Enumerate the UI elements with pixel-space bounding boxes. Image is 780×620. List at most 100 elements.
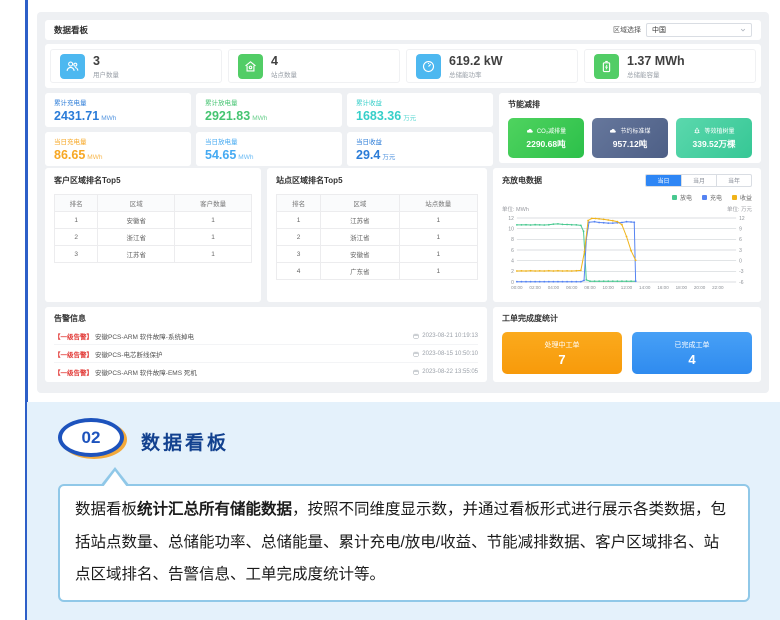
region-label: 区域选择 [613, 25, 641, 35]
home-icon [238, 54, 263, 79]
battery-icon [594, 54, 619, 79]
svg-text:6: 6 [739, 237, 742, 243]
alarm-time: 2023-08-22 13:55:05 [422, 369, 478, 375]
svg-text:3: 3 [739, 248, 742, 254]
right-axis-unit: 单位: 万元 [727, 205, 752, 213]
stat-label: 用户数量 [93, 69, 119, 79]
description-text: 数据看板统计汇总所有储能数据，按照不同维度显示数，并通过看板形式进行展示各类数据… [75, 501, 726, 583]
svg-text:20:00: 20:00 [694, 285, 706, 290]
tree-icon [693, 127, 701, 135]
site-ranking-title: 站点区域排名Top5 [276, 175, 478, 186]
dashboard-panel: 数据看板 区域选择 中国 3 用户数量 4 站点数量 [37, 12, 769, 393]
workorder-title: 工单完成度统计 [502, 313, 752, 324]
alarm-card: 告警信息 【一级告警】安徽PCS-ARM 软件故障-系统掉电 2023-08-2… [45, 307, 487, 382]
alarm-item[interactable]: 【一级告警】安徽PCS-ARM 软件故障-系统掉电 2023-08-21 10:… [54, 327, 478, 345]
metric-total-revenue: 累计收益 1683.36万元 [347, 93, 493, 127]
site-ranking-table: 排名 区域 站点数量 1江苏省1 2浙江省1 3安徽省1 4广东省1 [276, 194, 478, 280]
region-selector: 区域选择 中国 [613, 23, 752, 37]
chart-period-tabs: 当日 当月 当年 [645, 174, 752, 187]
middle-row: 客户区域排名Top5 排名 区域 客户数量 1安徽省1 2浙江省1 3江苏省1 … [45, 168, 761, 302]
svg-text:00:00: 00:00 [511, 285, 523, 290]
stat-card-sites: 4 站点数量 [228, 49, 400, 83]
svg-text:06:00: 06:00 [566, 285, 578, 290]
emission-chip-coal: 节约标准煤 957.12吨 [592, 118, 668, 158]
stat-value: 1.37 MWh [627, 54, 685, 69]
metric-day-charge: 当日充电量 86.65MWh [45, 132, 191, 166]
table-row: 4广东省1 [277, 263, 478, 280]
table-header-row: 排名 区域 站点数量 [277, 195, 478, 212]
alarm-item[interactable]: 【一级告警】安徽PCS-电芯断线保护 2023-08-15 10:50:10 [54, 345, 478, 363]
tab-day[interactable]: 当日 [646, 175, 681, 186]
svg-text:18:00: 18:00 [676, 285, 688, 290]
stat-label: 总储能功率 [449, 69, 503, 79]
metric-day-revenue: 当日收益 29.4万元 [347, 132, 493, 166]
metric-total-discharge: 累计放电量 2921.83MWh [196, 93, 342, 127]
table-row: 2浙江省1 [277, 229, 478, 246]
calendar-icon [413, 369, 419, 375]
stat-value: 4 [271, 54, 297, 69]
customer-ranking-title: 客户区域排名Top5 [54, 175, 252, 186]
alarm-text: 安徽PCS-ARM 软件故障-EMS 死机 [95, 367, 197, 377]
legend-swatch-discharge [672, 195, 677, 200]
left-axis-unit: 单位: MWh [502, 205, 529, 213]
calendar-icon [413, 351, 419, 357]
chart-legend: 放电 充电 收益 [502, 193, 752, 202]
region-select[interactable]: 中国 [646, 23, 752, 37]
svg-text:22:00: 22:00 [712, 285, 724, 290]
alarm-text: 安徽PCS-ARM 软件故障-系统掉电 [95, 331, 194, 341]
svg-text:14:00: 14:00 [639, 285, 651, 290]
svg-text:04:00: 04:00 [548, 285, 560, 290]
chevron-down-icon [740, 27, 746, 33]
description-bubble: 数据看板统计汇总所有储能数据，按照不同维度显示数，并通过看板形式进行展示各类数据… [58, 484, 750, 602]
dashboard-title: 数据看板 [54, 24, 88, 36]
table-row: 3安徽省1 [277, 246, 478, 263]
workorder-completed-chip: 已完成工单 4 [632, 332, 752, 374]
customer-ranking-table: 排名 区域 客户数量 1安徽省1 2浙江省1 3江苏省1 [54, 194, 252, 263]
metrics-row: 累计充电量 2431.71MWh 累计放电量 2921.83MWh 累计收益 1… [45, 93, 761, 163]
region-value: 中国 [652, 25, 666, 35]
calendar-icon [413, 333, 419, 339]
svg-text:02:00: 02:00 [529, 285, 541, 290]
users-icon [60, 54, 85, 79]
tab-year[interactable]: 当年 [716, 175, 751, 186]
emission-title: 节能减排 [508, 99, 752, 110]
svg-text:12:00: 12:00 [621, 285, 633, 290]
workorder-processing-chip: 处理中工单 7 [502, 332, 622, 374]
tab-month[interactable]: 当月 [681, 175, 716, 186]
dashboard-header: 数据看板 区域选择 中国 [45, 20, 761, 40]
svg-text:08:00: 08:00 [584, 285, 596, 290]
alarm-time: 2023-08-15 10:50:10 [422, 351, 478, 357]
stat-card-users: 3 用户数量 [50, 49, 222, 83]
alarm-item[interactable]: 【一级告警】安徽PCS-ARM 软件故障-EMS 死机 2023-08-22 1… [54, 363, 478, 381]
svg-text:16:00: 16:00 [657, 285, 669, 290]
alarm-text: 安徽PCS-电芯断线保护 [95, 349, 163, 359]
alarm-title: 告警信息 [54, 313, 478, 324]
chart-title: 充放电数据 [502, 175, 542, 186]
svg-text:-3: -3 [739, 269, 744, 275]
legend-swatch-revenue [732, 195, 737, 200]
metric-total-charge: 累计充电量 2431.71MWh [45, 93, 191, 127]
emission-chip-co2: CO₂减排量 2290.68吨 [508, 118, 584, 158]
coal-cloud-icon [609, 127, 617, 135]
svg-text:0: 0 [739, 258, 742, 264]
metric-grid: 累计充电量 2431.71MWh 累计放电量 2921.83MWh 累计收益 1… [45, 93, 493, 163]
table-header-row: 排名 区域 客户数量 [55, 195, 252, 212]
stat-label: 总储能容量 [627, 69, 685, 79]
svg-text:10: 10 [508, 226, 514, 232]
description-section: 02 数据看板 数据看板统计汇总所有储能数据，按照不同维度显示数，并通过看板形式… [27, 402, 780, 620]
svg-text:12: 12 [508, 216, 514, 222]
table-row: 1江苏省1 [277, 212, 478, 229]
svg-text:8: 8 [511, 237, 514, 243]
stat-card-power: 619.2 kW 总储能功率 [406, 49, 578, 83]
metric-day-discharge: 当日放电量 54.65MWh [196, 132, 342, 166]
stat-value: 619.2 kW [449, 54, 503, 69]
svg-text:12: 12 [739, 216, 745, 222]
stat-label: 站点数量 [271, 69, 297, 79]
stat-card-capacity: 1.37 MWh 总储能容量 [584, 49, 756, 83]
section-title: 数据看板 [141, 428, 229, 455]
charge-discharge-chart: 0-62-3406386109121200:0002:0004:0006:000… [502, 214, 752, 296]
alarm-level-tag: 【一级告警】 [54, 331, 93, 341]
customer-ranking-card: 客户区域排名Top5 排名 区域 客户数量 1安徽省1 2浙江省1 3江苏省1 [45, 168, 261, 302]
charge-discharge-card: 充放电数据 当日 当月 当年 放电 充电 收益 单位: MWh 单位: 万元 0… [493, 168, 761, 302]
stat-value: 3 [93, 54, 119, 69]
